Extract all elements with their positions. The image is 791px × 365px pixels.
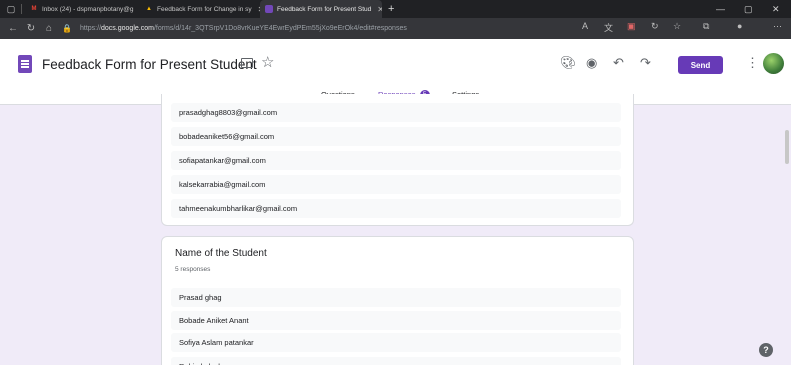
url-field[interactable]: https:// docs.google.com /forms/d/14r_3Q…	[80, 21, 407, 36]
palette-icon[interactable]: 🎨︎	[560, 55, 577, 71]
profile-icon[interactable]: ●	[737, 21, 742, 31]
refresh-icon[interactable]: ↻	[22, 23, 40, 34]
home-icon[interactable]: ⌂	[40, 23, 58, 34]
send-button[interactable]: Send	[678, 56, 723, 74]
favorites-icon[interactable]: ☆	[673, 21, 681, 32]
url-prefix: https://	[80, 25, 102, 32]
tab-title: Feedback Form for Present Stud	[277, 5, 372, 13]
more-vert-icon[interactable]: ⋮	[746, 55, 759, 71]
email-responses-card: prasadghag8803@gmail.com bobadeaniket56@…	[161, 94, 634, 226]
close-tab-icon[interactable]: ✕	[377, 5, 382, 14]
collections-icon[interactable]: ⧉	[703, 21, 709, 32]
gmail-icon: M	[31, 6, 37, 12]
browser-tab-feedback-present[interactable]: Feedback Form for Present Stud ✕	[260, 0, 382, 18]
question-title: Name of the Student	[175, 248, 267, 259]
read-aloud-icon[interactable]: A	[582, 21, 588, 31]
tab-title: Feedback Form for Change in sy	[157, 5, 252, 13]
list-item: tahmeenakumbharlikar@gmail.com	[171, 199, 621, 218]
name-question-card: Name of the Student 5 responses Prasad g…	[161, 236, 634, 365]
url-path: /forms/d/14r_3QTSrpV1Do8vrKueYE4EwrEydPE…	[153, 25, 407, 32]
forms-icon	[265, 5, 273, 13]
drive-icon: ▲	[146, 6, 152, 12]
close-window-icon[interactable]: ✕	[772, 0, 780, 18]
list-item: bobadeaniket56@gmail.com	[171, 127, 621, 146]
help-icon[interactable]: ?	[759, 343, 773, 357]
tab-title: Inbox (24) - dspmanpbotany@g	[42, 5, 134, 13]
divider	[21, 4, 22, 14]
translate-icon[interactable]: 文	[604, 21, 613, 34]
star-icon[interactable]: ☆	[261, 53, 274, 71]
avatar[interactable]	[763, 53, 784, 74]
scrollbar-thumb[interactable]	[785, 130, 789, 164]
list-item: Sofiya Aslam patankar	[171, 333, 621, 352]
minimize-icon[interactable]: —	[716, 0, 725, 18]
list-item: sofiapatankar@gmail.com	[171, 151, 621, 170]
list-item: Rabia kalsekar	[171, 357, 621, 365]
forms-logo-icon[interactable]	[18, 55, 32, 73]
new-tab-icon[interactable]: +	[388, 3, 394, 15]
response-count: 5 responses	[175, 266, 211, 273]
undo-icon[interactable]: ↶	[613, 55, 624, 71]
url-host: docs.google.com	[101, 25, 154, 32]
browser-tab-bar: ▢ M Inbox (24) - dspmanpbotany@g ✕ ▲ Fee…	[0, 0, 791, 18]
browser-tab-gmail[interactable]: M Inbox (24) - dspmanpbotany@g ✕	[25, 0, 141, 18]
restore-icon[interactable]: ▢	[744, 0, 753, 18]
folder-icon[interactable]	[241, 58, 253, 68]
list-item: kalsekarrabia@gmail.com	[171, 175, 621, 194]
list-item: Bobade Aniket Anant	[171, 311, 621, 330]
list-item: prasadghag8803@gmail.com	[171, 103, 621, 122]
extension-icon[interactable]: ▣	[627, 21, 636, 32]
redo-icon[interactable]: ↷	[640, 55, 651, 71]
back-icon[interactable]: ←	[4, 23, 22, 34]
sync-icon[interactable]: ↻	[651, 21, 659, 32]
lock-icon[interactable]: 🔒	[58, 24, 76, 33]
browser-tab-feedback-change[interactable]: ▲ Feedback Form for Change in sy ✕	[140, 0, 260, 18]
list-item: Prasad ghag	[171, 288, 621, 307]
form-title[interactable]: Feedback Form for Present Student	[42, 57, 257, 72]
tab-actions-icon[interactable]: ▢	[4, 0, 18, 18]
browser-menu-icon[interactable]: ⋯	[773, 21, 782, 32]
preview-eye-icon[interactable]: ◉	[586, 55, 597, 71]
